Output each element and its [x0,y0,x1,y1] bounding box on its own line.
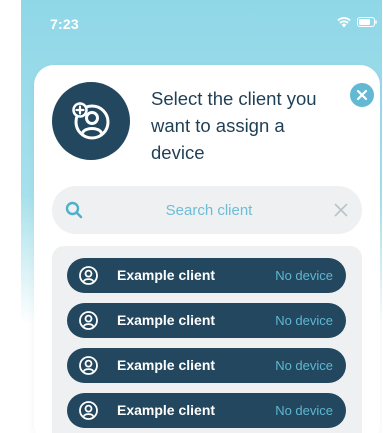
user-icon [78,355,99,376]
add-user-icon [52,82,130,160]
device-status: No device [275,268,333,283]
device-status: No device [275,403,333,418]
client-row[interactable]: Example client No device [67,393,346,428]
close-icon [356,89,368,101]
device-status: No device [275,358,333,373]
search-icon [64,200,84,220]
wifi-icon [337,16,351,28]
client-row[interactable]: Example client No device [67,303,346,338]
device-status: No device [275,313,333,328]
client-name: Example client [117,312,216,328]
client-list: Example client No device Example client … [52,246,362,433]
client-name: Example client [117,357,216,373]
status-time: 7:23 [50,16,79,32]
user-icon [78,310,99,331]
client-name: Example client [117,402,216,418]
client-name: Example client [117,267,216,283]
app-screen: 7:23 Select the client you want to assig… [21,0,382,433]
clear-search-icon[interactable] [334,203,348,217]
user-icon [78,400,99,421]
close-button[interactable] [350,83,374,107]
client-row[interactable]: Example client No device [67,348,346,383]
search-bar [52,186,362,234]
user-icon [78,265,99,286]
client-row[interactable]: Example client No device [67,258,346,293]
dialog-title: Select the client you want to assign a d… [151,88,317,163]
assign-client-dialog: Select the client you want to assign a d… [34,65,380,433]
battery-icon [357,17,377,27]
status-icons [337,16,377,28]
status-bar: 7:23 [21,0,382,46]
search-input[interactable] [98,186,320,234]
